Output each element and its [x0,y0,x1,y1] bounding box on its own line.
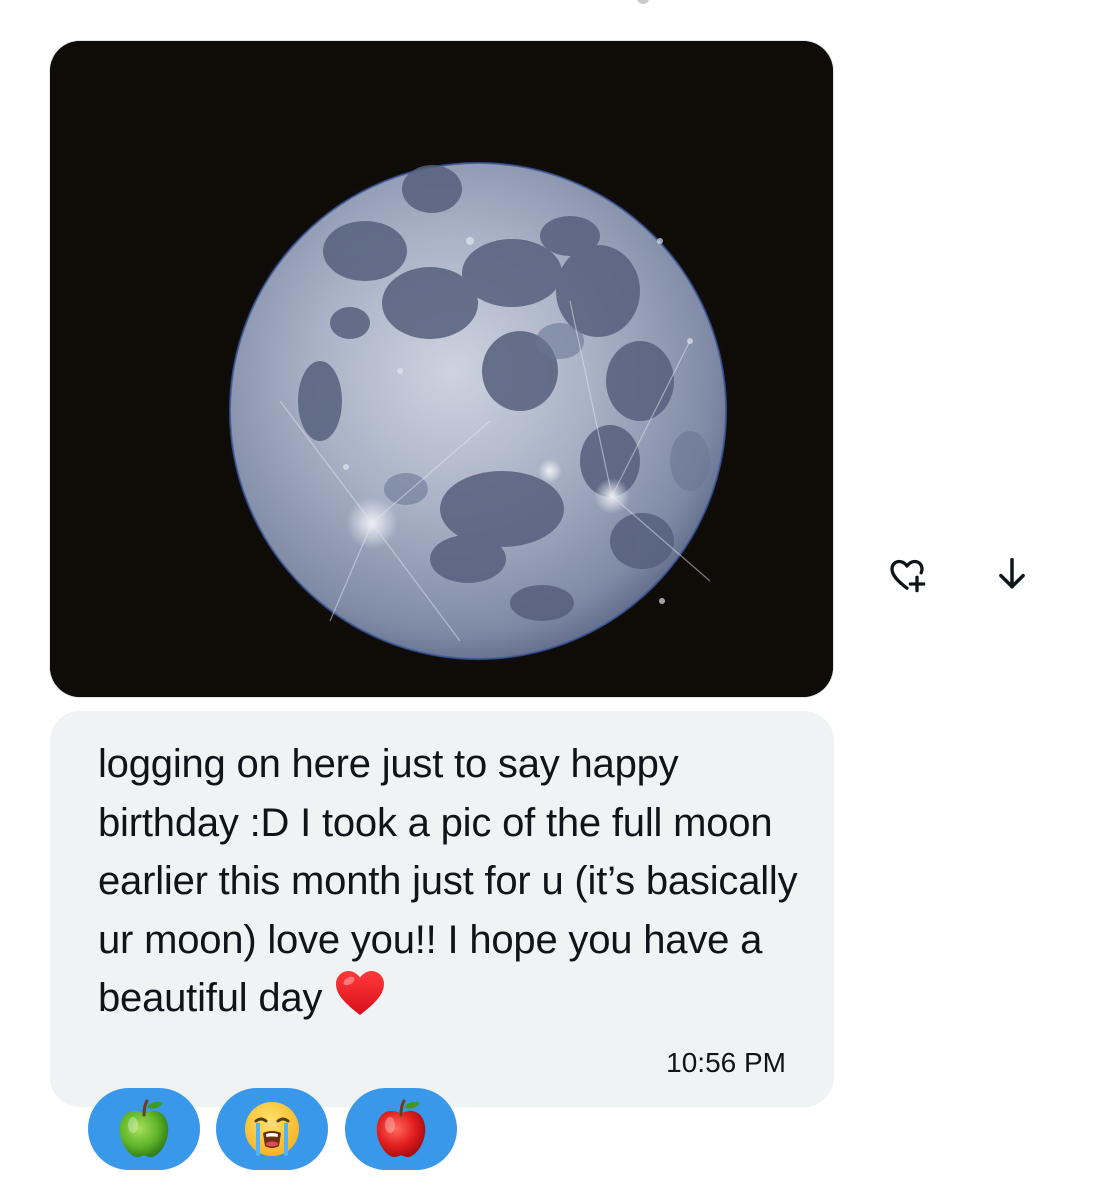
photo-attachment[interactable] [50,41,833,697]
dm-conversation: logging on here just to say happy birthd… [0,0,1095,1200]
reaction-loudly-crying-face[interactable] [216,1088,328,1170]
message-text: logging on here just to say happy birthd… [98,735,798,1034]
download-button[interactable] [990,552,1034,596]
message-timestamp: 10:56 PM [666,1047,786,1078]
red-heart-emoji [334,969,386,1034]
reaction-green-apple[interactable] [88,1088,200,1170]
arrow-down-icon [999,558,1025,589]
full-moon-photo [50,41,833,697]
add-reaction-button[interactable] [885,552,929,596]
red-apple-icon [376,1099,426,1158]
reaction-red-apple[interactable] [345,1088,457,1170]
green-apple-icon [119,1099,169,1158]
scrolled-off-content [637,0,649,4]
reactions-row [88,1088,468,1170]
loudly-crying-face-icon [245,1102,299,1156]
message-actions [880,552,1040,596]
message-text-content: logging on here just to say happy birthd… [98,742,798,1020]
message-bubble[interactable]: logging on here just to say happy birthd… [50,711,834,1107]
heart-plus-icon [890,559,926,593]
